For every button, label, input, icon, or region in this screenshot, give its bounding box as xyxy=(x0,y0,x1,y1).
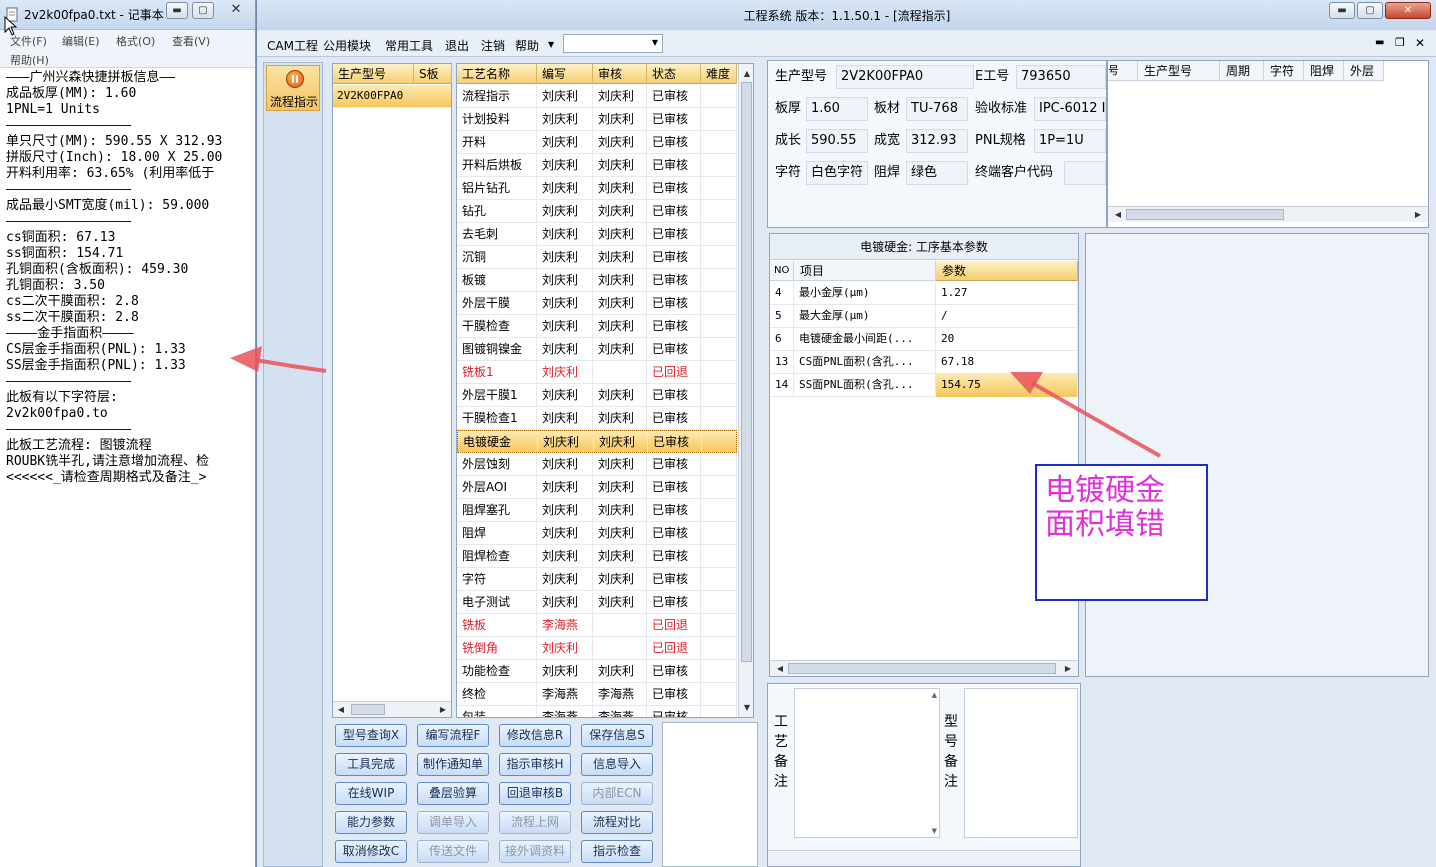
annotation-line-2: 面积填错 xyxy=(1045,507,1165,542)
annotation-box: 电镀硬金 面积填错 xyxy=(1035,464,1208,601)
annotation-line-1: 电镀硬金 xyxy=(1045,473,1165,508)
left-arrow-head xyxy=(230,346,262,372)
annotation-arrows xyxy=(230,346,1161,458)
left-arrow xyxy=(254,358,327,373)
right-arrow-head xyxy=(1010,372,1043,394)
right-arrow xyxy=(1031,381,1161,458)
annotation-text: 电镀硬金 面积填错 xyxy=(1045,474,1165,542)
